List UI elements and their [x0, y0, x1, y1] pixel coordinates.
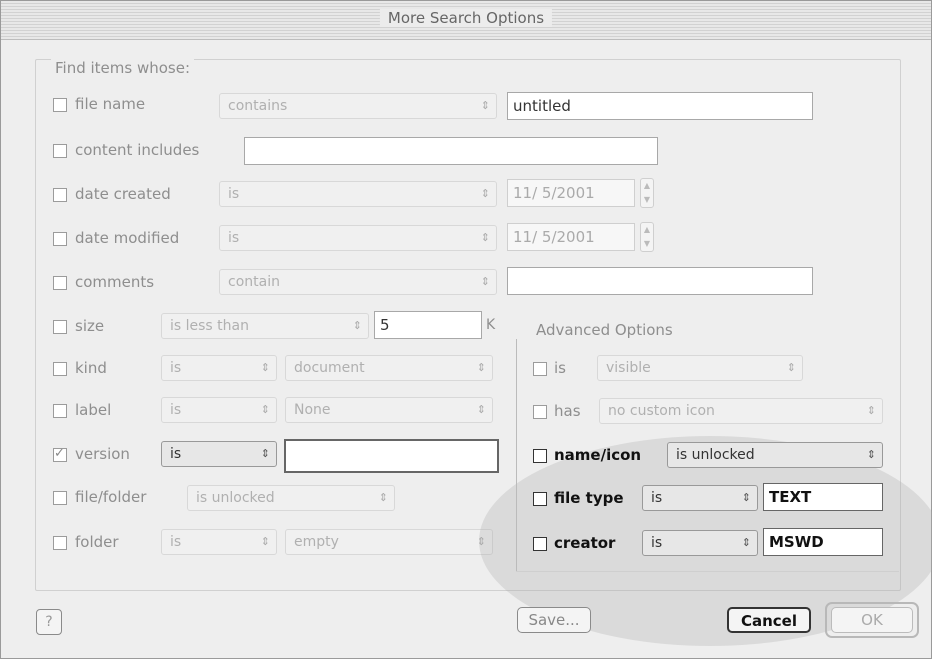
date-modified-operator-popup[interactable]: is ⇕	[219, 225, 497, 251]
date-modified-checkbox[interactable]	[53, 232, 67, 246]
label-label: label	[75, 401, 112, 419]
date-created-field[interactable]: 11/ 5/2001	[507, 179, 635, 207]
date-created-stepper[interactable]: ▲ ▼	[640, 178, 654, 208]
size-label: size	[75, 317, 105, 335]
comments-operator-popup[interactable]: contain ⇕	[219, 269, 497, 295]
popup-arrow-icon: ⇕	[480, 275, 490, 288]
popup-arrow-icon: ⇕	[352, 319, 362, 332]
popup-arrow-icon: ⇕	[260, 403, 270, 416]
popup-arrow-icon: ⇕	[741, 491, 751, 504]
save-button[interactable]: Save...	[517, 607, 591, 633]
date-modified-stepper[interactable]: ▲ ▼	[640, 222, 654, 252]
ok-button[interactable]: OK	[831, 607, 913, 633]
size-input[interactable]: 5	[374, 311, 482, 339]
folder-label: folder	[75, 533, 119, 551]
file-name-operator-popup[interactable]: contains ⇕	[219, 93, 497, 119]
popup-arrow-icon: ⇕	[480, 187, 490, 200]
content-includes-checkbox[interactable]	[53, 144, 67, 158]
adv-creator-input[interactable]: MSWD	[763, 528, 883, 556]
date-modified-field[interactable]: 11/ 5/2001	[507, 223, 635, 251]
adv-has-value-popup[interactable]: no custom icon ⇕	[599, 398, 883, 424]
size-unit: K	[486, 317, 496, 333]
popup-arrow-icon: ⇕	[378, 491, 388, 504]
label-value-popup[interactable]: None ⇕	[285, 397, 493, 423]
version-checkbox[interactable]	[53, 446, 67, 462]
date-modified-label: date modified	[75, 229, 180, 247]
popup-arrow-icon: ⇕	[741, 536, 751, 549]
kind-operator-popup[interactable]: is ⇕	[161, 355, 277, 381]
advanced-options-divider	[516, 339, 517, 571]
folder-operator-popup[interactable]: is ⇕	[161, 529, 277, 555]
adv-creator-operator-popup[interactable]: is ⇕	[642, 530, 758, 556]
comments-label: comments	[75, 273, 155, 291]
popup-arrow-icon: ⇕	[260, 447, 270, 460]
popup-arrow-icon: ⇕	[866, 404, 876, 417]
content-includes-label: content includes	[75, 141, 200, 159]
file-folder-checkbox[interactable]	[53, 491, 67, 505]
folder-value-popup[interactable]: empty ⇕	[285, 529, 493, 555]
popup-arrow-icon: ⇕	[866, 448, 876, 461]
file-folder-operator-popup[interactable]: is unlocked ⇕	[187, 485, 395, 511]
adv-is-label: is	[554, 359, 566, 377]
size-checkbox[interactable]	[53, 320, 67, 334]
size-operator-popup[interactable]: is less than ⇕	[161, 313, 369, 339]
advanced-options-heading: Advanced Options	[536, 321, 673, 339]
popup-arrow-icon: ⇕	[480, 99, 490, 112]
kind-label: kind	[75, 359, 107, 377]
content-includes-input[interactable]	[244, 137, 658, 165]
file-name-label: file name	[75, 95, 146, 113]
popup-arrow-icon: ⇕	[260, 535, 270, 548]
adv-creator-checkbox[interactable]	[533, 537, 547, 551]
file-name-checkbox[interactable]	[53, 98, 67, 112]
help-icon: ?	[45, 614, 53, 630]
adv-file-type-input[interactable]: TEXT	[763, 483, 883, 511]
popup-arrow-icon: ⇕	[480, 231, 490, 244]
adv-name-icon-label: name/icon	[554, 446, 642, 464]
folder-checkbox[interactable]	[53, 536, 67, 550]
cancel-button[interactable]: Cancel	[727, 607, 811, 633]
kind-value-popup[interactable]: document ⇕	[285, 355, 493, 381]
adv-name-icon-value-popup[interactable]: is unlocked ⇕	[667, 442, 883, 468]
popup-arrow-icon: ⇕	[260, 361, 270, 374]
version-label: version	[75, 445, 130, 463]
title-bar[interactable]: More Search Options	[1, 1, 931, 40]
file-name-input[interactable]: untitled	[507, 92, 813, 120]
more-search-options-window: More Search Options Find items whose: fi…	[0, 0, 932, 659]
adv-file-type-operator-popup[interactable]: is ⇕	[642, 485, 758, 511]
version-operator-popup[interactable]: is ⇕	[161, 441, 277, 467]
date-created-operator-popup[interactable]: is ⇕	[219, 181, 497, 207]
adv-is-value-popup[interactable]: visible ⇕	[597, 355, 803, 381]
date-created-checkbox[interactable]	[53, 188, 67, 202]
help-button[interactable]: ?	[36, 609, 62, 635]
label-checkbox[interactable]	[53, 404, 67, 418]
label-operator-popup[interactable]: is ⇕	[161, 397, 277, 423]
adv-has-label: has	[554, 402, 581, 420]
kind-checkbox[interactable]	[53, 362, 67, 376]
adv-is-checkbox[interactable]	[533, 362, 547, 376]
adv-file-type-label: file type	[554, 489, 624, 507]
comments-input[interactable]	[507, 267, 813, 295]
comments-checkbox[interactable]	[53, 276, 67, 290]
adv-has-checkbox[interactable]	[533, 405, 547, 419]
popup-arrow-icon: ⇕	[476, 403, 486, 416]
advanced-options-bottom-rule	[516, 571, 899, 572]
adv-file-type-checkbox[interactable]	[533, 492, 547, 506]
version-input[interactable]	[284, 439, 499, 473]
section-heading: Find items whose:	[51, 59, 195, 77]
date-created-label: date created	[75, 185, 171, 203]
adv-creator-label: creator	[554, 534, 616, 552]
file-folder-label: file/folder	[75, 488, 147, 506]
popup-arrow-icon: ⇕	[786, 361, 796, 374]
popup-arrow-icon: ⇕	[476, 361, 486, 374]
window-title: More Search Options	[379, 9, 553, 27]
adv-name-icon-checkbox[interactable]	[533, 449, 547, 463]
